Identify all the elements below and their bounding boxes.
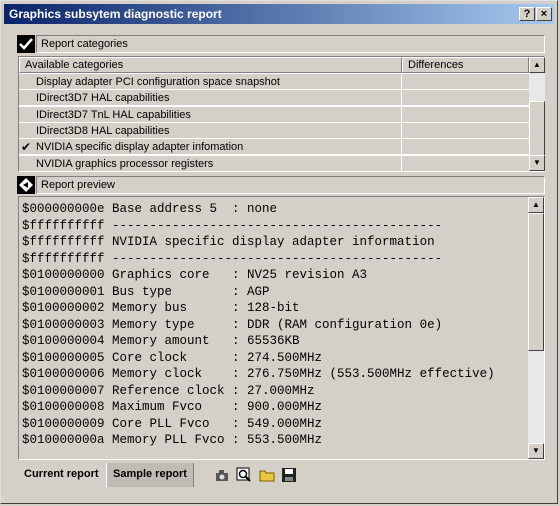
report-line: $ffffffffff NVIDIA specific display adap… (22, 235, 435, 249)
category-label: IDirect3D7 HAL capabilities (36, 92, 170, 105)
camera-icon[interactable] (213, 467, 231, 485)
report-preview-label: Report preview (36, 176, 545, 194)
category-difference (402, 106, 529, 123)
report-line: $0100000007 Reference clock : 27.000MHz (22, 383, 315, 398)
category-label: NVIDIA specific display adapter infomati… (36, 141, 244, 154)
categories-list[interactable]: Available categories Differences Display… (18, 56, 545, 172)
zoom-icon[interactable] (235, 467, 253, 485)
category-label: Display adapter PCI configuration space … (36, 76, 280, 88)
category-label: IDirect3D7 TnL HAL capabilities (36, 108, 191, 121)
preview-scrollbar[interactable]: ▲ ▼ (528, 197, 544, 459)
report-line: $0100000000 Graphics core : NV25 revisio… (22, 268, 368, 282)
help-button[interactable]: ? (519, 7, 535, 21)
category-name: IDirect3D7 HAL capabilities (19, 90, 401, 107)
category-difference (402, 74, 529, 90)
preview-scroll-thumb[interactable] (528, 213, 544, 351)
category-row[interactable]: IDirect3D8 HAL capabilities (19, 122, 529, 139)
report-line: $0100000006 Memory clock : 276.750MHz (5… (22, 367, 495, 381)
title-bar[interactable]: Graphics subsytem diagnostic report ? × (4, 4, 554, 24)
category-name: NVIDIA graphics processor registers (19, 155, 401, 172)
report-categories-label: Report categories (36, 35, 545, 53)
report-line: $0100000001 Bus type : AGP (22, 284, 270, 299)
tab-sample-report[interactable]: Sample report (106, 463, 194, 487)
preview-scroll-up-button[interactable]: ▲ (528, 197, 544, 213)
open-folder-icon[interactable] (258, 467, 276, 485)
checkmark-icon[interactable] (17, 35, 35, 53)
category-label: IDirect3D8 HAL capabilities (36, 124, 170, 137)
category-difference (402, 122, 529, 139)
report-line: $0100000002 Memory bus : 128-bit (22, 301, 300, 315)
report-tabs: Current report Sample report (18, 463, 545, 489)
scroll-down-button[interactable]: ▼ (529, 155, 545, 171)
category-row[interactable]: NVIDIA graphics processor registers (19, 155, 529, 172)
category-difference (402, 155, 529, 172)
report-line: $0100000004 Memory amount : 65536KB (22, 334, 300, 348)
category-name: IDirect3D8 HAL capabilities (19, 122, 401, 139)
scroll-thumb[interactable] (529, 101, 545, 157)
report-line: $0100000008 Maximum Fvco : 900.000MHz (22, 400, 323, 414)
category-name: IDirect3D7 TnL HAL capabilities (19, 106, 401, 123)
report-line: $0100000005 Core clock : 274.500MHz (22, 350, 323, 365)
report-line: $0100000003 Memory type : DDR (RAM confi… (22, 317, 443, 332)
tab-current-report[interactable]: Current report (18, 463, 105, 487)
report-line: $ffffffffff ----------------------------… (22, 251, 443, 266)
report-line: $0100000009 Core PLL Fvco : 549.000MHz (22, 416, 323, 431)
category-label: NVIDIA graphics processor registers (36, 157, 214, 170)
categories-scrollbar[interactable]: ▲ ▼ (529, 57, 545, 171)
report-line: $010000000a Memory PLL Fvco : 553.500MHz (22, 433, 323, 447)
diagnostic-report-window: Graphics subsytem diagnostic report ? × … (0, 0, 558, 504)
close-button[interactable]: × (536, 7, 552, 21)
category-row[interactable]: ✔ NVIDIA specific display adapter infomat… (19, 139, 529, 156)
category-row[interactable]: IDirect3D7 HAL capabilities (19, 90, 529, 107)
category-name: Display adapter PCI configuration space … (19, 74, 401, 90)
report-line: $000000000e Base address 5 : none (22, 202, 278, 216)
column-header-differences[interactable]: Differences (402, 57, 529, 73)
category-name: ✔ NVIDIA specific display adapter infomat… (19, 139, 401, 156)
preview-scroll-down-button[interactable]: ▼ (528, 443, 544, 459)
report-line: $ffffffffff ----------------------------… (22, 218, 443, 233)
category-row[interactable]: IDirect3D7 TnL HAL capabilities (19, 106, 529, 123)
report-preview-header: Report preview (17, 176, 545, 194)
save-disk-icon[interactable] (280, 467, 298, 485)
category-difference (402, 139, 529, 156)
category-difference (402, 90, 529, 107)
diamond-arrow-icon[interactable] (17, 176, 35, 194)
scroll-up-button[interactable]: ▲ (529, 57, 545, 73)
report-preview-area[interactable]: $000000000e Base address 5 : none $ffffff… (18, 196, 545, 460)
column-header-available[interactable]: Available categories (19, 57, 402, 73)
category-row[interactable]: Display adapter PCI configuration space … (19, 74, 529, 90)
report-categories-header: Report categories (17, 35, 545, 53)
window-title: Graphics subsytem diagnostic report (9, 7, 222, 21)
checkmark-icon: ✔ (21, 140, 32, 155)
